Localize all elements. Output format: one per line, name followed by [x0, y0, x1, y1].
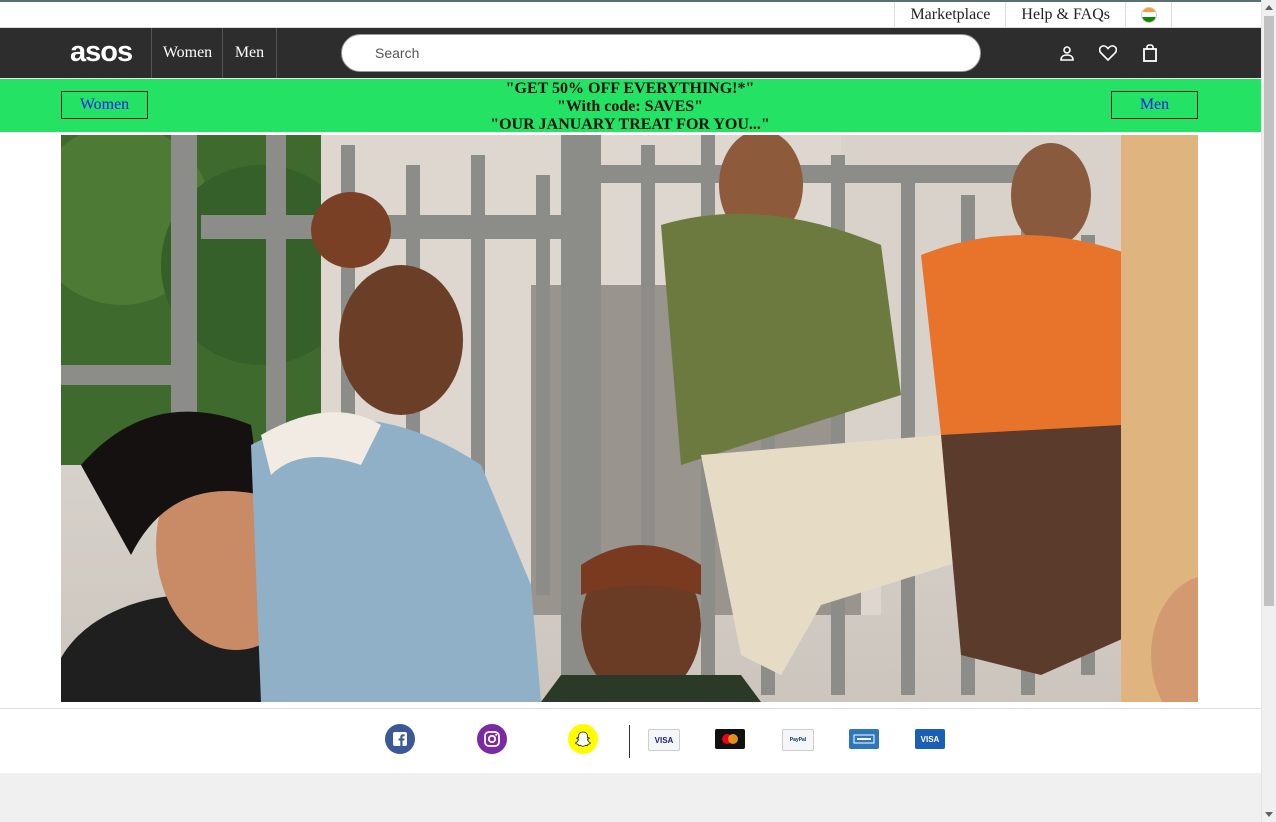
visa-icon: VISA — [648, 729, 680, 751]
nav-women-tab[interactable]: Women — [151, 28, 223, 78]
visa-electron-icon: VISA — [915, 729, 945, 749]
promo-line-1: "GET 50% OFF EVERYTHING!*" — [505, 80, 755, 97]
facebook-icon[interactable] — [385, 724, 415, 754]
country-selector[interactable] — [1125, 2, 1172, 27]
wishlist-heart-icon[interactable] — [1097, 42, 1119, 64]
help-faqs-link[interactable]: Help & FAQs — [1005, 2, 1125, 27]
main-navbar: asos Women Men — [0, 28, 1261, 78]
asos-logo[interactable]: asos — [70, 36, 133, 69]
vertical-scrollbar[interactable] — [1261, 0, 1276, 822]
marketplace-link[interactable]: Marketplace — [894, 2, 1005, 27]
footer-divider — [629, 725, 630, 758]
scroll-up-arrow-icon[interactable] — [1265, 5, 1273, 10]
paypal-text: PayPal — [789, 737, 807, 743]
site-footer: VISA PayPal VISA — [0, 708, 1261, 773]
promo-men-button[interactable]: Men — [1111, 91, 1198, 119]
scroll-thumb[interactable] — [1264, 16, 1274, 606]
visa-electron-text: VISA — [920, 734, 940, 744]
american-express-icon — [849, 729, 879, 749]
paypal-icon: PayPal — [782, 729, 814, 751]
search-bar — [341, 34, 981, 72]
search-input[interactable] — [373, 44, 957, 62]
shopping-bag-icon[interactable] — [1139, 42, 1161, 64]
promo-banner: Women "GET 50% OFF EVERYTHING!*" "With c… — [0, 79, 1261, 134]
account-icon[interactable] — [1056, 42, 1078, 64]
promo-women-button[interactable]: Women — [61, 91, 148, 119]
nav-men-tab[interactable]: Men — [222, 28, 277, 78]
snapchat-icon[interactable] — [568, 724, 598, 754]
promo-message[interactable]: "GET 50% OFF EVERYTHING!*" "With code: S… — [330, 80, 930, 134]
top-utility-bar: Marketplace Help & FAQs — [0, 2, 1261, 28]
mastercard-icon — [715, 729, 745, 749]
promo-line-2: "With code: SAVES" — [556, 98, 704, 115]
india-flag-icon — [1140, 6, 1157, 23]
hero-image[interactable] — [61, 135, 1198, 702]
instagram-icon[interactable] — [477, 724, 507, 754]
scroll-down-arrow-icon[interactable] — [1265, 812, 1273, 817]
visa-text: VISA — [654, 735, 674, 745]
